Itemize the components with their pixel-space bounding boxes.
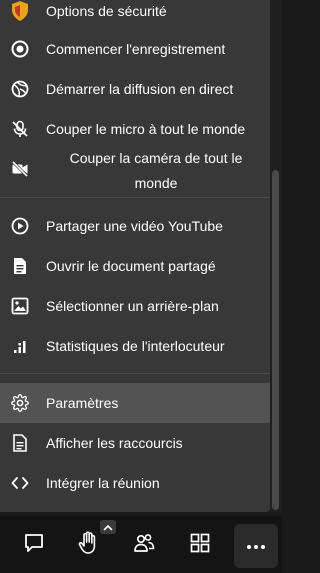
menu-item-label: Paramètres <box>46 394 119 411</box>
reactions-toggle[interactable] <box>100 520 116 534</box>
menu-item-start-recording[interactable]: Commencer l'enregistrement <box>0 36 270 62</box>
play-circle-icon <box>10 216 30 236</box>
menu-item-label-line2: monde <box>134 175 178 191</box>
menu-item-label: Afficher les raccourcis <box>46 434 183 451</box>
menu-scrollbar[interactable] <box>270 0 282 512</box>
menu-item-label: Couper la caméra de tout le monde <box>46 146 266 196</box>
image-icon <box>10 296 30 316</box>
menu-item-label: Intégrer la réunion <box>46 474 160 491</box>
menu-item-label: Ouvrir le document partagé <box>46 257 216 274</box>
menu-item-label: Commencer l'enregistrement <box>46 40 226 57</box>
mic-off-icon <box>10 119 30 139</box>
menu-divider <box>0 373 270 374</box>
raise-hand-icon <box>77 530 99 560</box>
menu-item-keyboard-shortcuts[interactable]: Afficher les raccourcis <box>0 430 270 456</box>
chat-icon <box>23 532 45 559</box>
participants-icon <box>133 533 155 558</box>
menu-divider <box>0 197 270 198</box>
menu-item-select-background[interactable]: Sélectionner un arrière-plan <box>0 293 270 319</box>
tile-view-icon <box>190 533 210 558</box>
menu-item-label-line1: Couper la caméra de tout le <box>69 150 243 166</box>
chat-button[interactable] <box>12 524 56 566</box>
chevron-up-icon <box>103 518 113 536</box>
menu-item-open-shared-document[interactable]: Ouvrir le document partagé <box>0 253 270 279</box>
document-icon <box>10 256 30 276</box>
menu-item-settings[interactable]: Paramètres <box>0 383 270 423</box>
participants-button[interactable] <box>122 524 166 566</box>
bottom-toolbar <box>0 516 282 573</box>
menu-item-label: Couper le micro à tout le monde <box>46 120 246 137</box>
embed-icon <box>10 473 30 493</box>
menu-item-embed-meeting[interactable]: Intégrer la réunion <box>0 470 270 496</box>
overflow-menu: Options de sécurité Commencer l'enregist… <box>0 0 270 512</box>
menu-item-speaker-stats[interactable]: Statistiques de l'interlocuteur <box>0 333 270 359</box>
livestream-icon <box>10 79 30 99</box>
more-actions-button[interactable] <box>234 524 278 568</box>
menu-item-mute-everyone[interactable]: Couper le micro à tout le monde <box>0 116 270 142</box>
scrollbar-thumb[interactable] <box>272 170 279 510</box>
menu-item-share-youtube[interactable]: Partager une vidéo YouTube <box>0 213 270 239</box>
menu-item-start-livestream[interactable]: Démarrer la diffusion en direct <box>0 76 270 102</box>
menu-item-label: Statistiques de l'interlocuteur <box>46 337 225 354</box>
menu-item-security-options[interactable]: Options de sécurité <box>0 0 270 24</box>
shield-icon <box>10 1 30 21</box>
menu-item-label: Options de sécurité <box>46 2 167 19</box>
menu-item-label: Sélectionner un arrière-plan <box>46 297 219 314</box>
shortcuts-icon <box>10 433 30 453</box>
stats-icon <box>10 336 30 356</box>
menu-item-label: Partager une vidéo YouTube <box>46 217 223 234</box>
menu-item-label: Démarrer la diffusion en direct <box>46 80 234 97</box>
camera-off-icon <box>10 159 30 179</box>
gear-icon <box>10 393 30 413</box>
tile-view-button[interactable] <box>178 524 222 566</box>
menu-item-disable-everyone-camera[interactable]: Couper la caméra de tout le monde <box>0 146 270 192</box>
more-icon <box>246 537 266 555</box>
record-icon <box>10 39 30 59</box>
